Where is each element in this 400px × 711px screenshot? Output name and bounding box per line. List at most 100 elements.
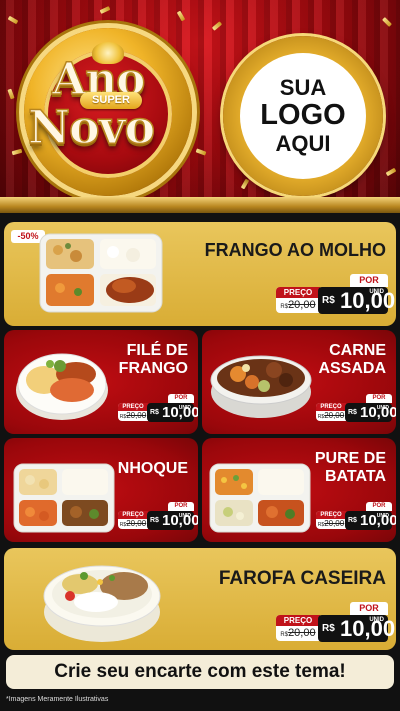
old-price-currency: R$: [280, 304, 289, 310]
confetti-decoration: [7, 15, 19, 25]
product-name: PURE DE BATATA: [315, 450, 386, 486]
price-tag: POR PREÇO R$20,00 R$ 10,00 UNID: [316, 502, 396, 531]
preco-label: PREÇO: [316, 403, 346, 411]
price-tag: POR PREÇO R$20,00 R$ 10,00 UNID: [118, 394, 198, 423]
old-price: R$20,00: [276, 626, 320, 641]
product-card-carne-assada[interactable]: CARNE ASSADA POR PREÇO R$20,00 R$ 10,00 …: [202, 330, 396, 434]
price-currency: R$: [150, 517, 159, 524]
unit-label: UNID: [178, 405, 191, 411]
old-price-box: PREÇO R$20,00: [316, 403, 346, 421]
food-bowl-image: [43, 565, 161, 642]
hero-banner: Ano SUPER Novo SUA LOGO AQUI: [0, 0, 400, 213]
food-tray-image: [209, 463, 311, 533]
price-tag: POR PREÇO R$20,00 R$ 10,00 UNID: [276, 274, 395, 314]
current-price-box: R$ 10,00 UNID: [147, 511, 198, 530]
product-name-line1: PURE DE: [314, 450, 386, 467]
old-price: R$20,00: [316, 411, 346, 421]
current-price-box: R$ 10,00 UNID: [318, 287, 395, 314]
current-price-box: R$ 10,00 UNID: [147, 403, 198, 422]
product-card-nhoque[interactable]: NHOQUE POR PREÇO R$20,00 R$ 10,00 UNID: [4, 438, 198, 542]
old-price-value: 20,00: [126, 411, 147, 420]
price-tag: POR PREÇO R$20,00 R$ 10,00 UNID: [276, 602, 395, 642]
price-tag: POR PREÇO R$20,00 R$ 10,00 UNID: [316, 394, 396, 423]
product-card-pure-de-batata[interactable]: PURE DE BATATA POR PREÇO R$20,00 R$ 10,0…: [202, 438, 396, 542]
unit-label: UNID: [178, 513, 191, 519]
old-price-value: 20,00: [324, 519, 345, 528]
price-value: 10,00: [340, 616, 396, 641]
current-price-box: R$ 10,00 UNID: [345, 511, 396, 530]
title-novo: Novo: [27, 99, 156, 155]
logo-text-line1: SUA: [279, 74, 327, 100]
confetti-decoration: [176, 10, 186, 22]
confetti-decoration: [382, 17, 392, 27]
price-currency: R$: [150, 409, 159, 416]
confetti-decoration: [7, 88, 15, 100]
logo-placeholder[interactable]: SUA LOGO AQUI: [223, 36, 383, 196]
product-name: NHOQUE: [117, 460, 188, 477]
por-label: POR: [350, 602, 388, 615]
confetti-decoration: [11, 148, 23, 156]
confetti-decoration: [99, 6, 111, 14]
price-value: 10,00: [340, 288, 396, 313]
food-tray-image: [13, 463, 115, 533]
current-price-box: R$ 10,00 UNID: [345, 403, 396, 422]
old-price-value: 20,00: [126, 519, 147, 528]
product-card-file-de-frango[interactable]: FILÉ DE FRANGO POR PREÇO R$20,00 R$ 10,0…: [4, 330, 198, 434]
old-price-box: PREÇO R$20,00: [316, 511, 346, 529]
food-tray-image: [39, 233, 163, 313]
gold-stage-floor: [0, 197, 400, 213]
old-price-currency: R$: [280, 632, 289, 638]
por-label: POR: [168, 502, 194, 511]
product-card-frango-ao-molho[interactable]: -50% FRANGO AO MOLHO POR PREÇO R$20,00 R…: [4, 222, 396, 326]
preco-label: PREÇO: [276, 287, 320, 298]
old-price-value: 20,00: [324, 411, 345, 420]
unit-label: UNID: [376, 513, 389, 519]
price-currency: R$: [348, 409, 357, 416]
old-price-box: PREÇO R$20,00: [276, 615, 320, 641]
por-label: POR: [366, 502, 392, 511]
old-price-box: PREÇO R$20,00: [276, 287, 320, 313]
unit-label: UNID: [369, 289, 384, 295]
product-name-line2: FRANGO: [118, 359, 188, 377]
old-price: R$20,00: [118, 519, 148, 529]
unit-label: UNID: [369, 617, 384, 623]
price-currency: R$: [348, 517, 357, 524]
product-name-line2: BATATA: [324, 467, 386, 485]
old-price-box: PREÇO R$20,00: [118, 511, 148, 529]
logo-text-line2: LOGO: [260, 99, 346, 132]
price-tag: POR PREÇO R$20,00 R$ 10,00 UNID: [118, 502, 198, 531]
product-name-line2: ASSADA: [318, 359, 386, 377]
unit-label: UNID: [376, 405, 389, 411]
old-price: R$20,00: [276, 298, 320, 313]
old-price-value: 20,00: [288, 299, 316, 311]
por-label: POR: [350, 274, 388, 287]
product-name: FILÉ DE FRANGO: [119, 342, 188, 378]
old-price: R$20,00: [316, 519, 346, 529]
old-price-value: 20,00: [288, 627, 316, 639]
product-name-line1: FILÉ DE: [126, 342, 188, 359]
logo-text-line3: AQUI: [275, 130, 331, 156]
food-bowl-image: [210, 355, 312, 418]
current-price-box: R$ 10,00 UNID: [318, 615, 395, 642]
disclaimer-text: *Imagens Meramente Ilustrativas: [6, 696, 109, 703]
por-label: POR: [366, 394, 392, 403]
product-name: CARNE ASSADA: [318, 342, 386, 378]
product-card-farofa-caseira[interactable]: FAROFA CASEIRA POR PREÇO R$20,00 R$ 10,0…: [4, 548, 396, 650]
cta-banner[interactable]: Crie seu encarte com este tema!: [6, 655, 394, 689]
product-name: FRANGO AO MOLHO: [204, 240, 386, 260]
product-name-line1: CARNE: [329, 342, 386, 359]
confetti-decoration: [240, 178, 250, 190]
old-price-box: PREÇO R$20,00: [118, 403, 148, 421]
price-currency: R$: [322, 295, 335, 306]
confetti-decoration: [211, 21, 223, 31]
old-price: R$20,00: [118, 411, 148, 421]
confetti-decoration: [195, 148, 207, 156]
confetti-decoration: [385, 167, 397, 177]
food-plate-image: [16, 353, 108, 420]
preco-label: PREÇO: [276, 615, 320, 626]
preco-label: PREÇO: [118, 511, 148, 519]
preco-label: PREÇO: [118, 403, 148, 411]
price-currency: R$: [322, 623, 335, 634]
logo-circle: SUA LOGO AQUI: [240, 53, 366, 179]
preco-label: PREÇO: [316, 511, 346, 519]
